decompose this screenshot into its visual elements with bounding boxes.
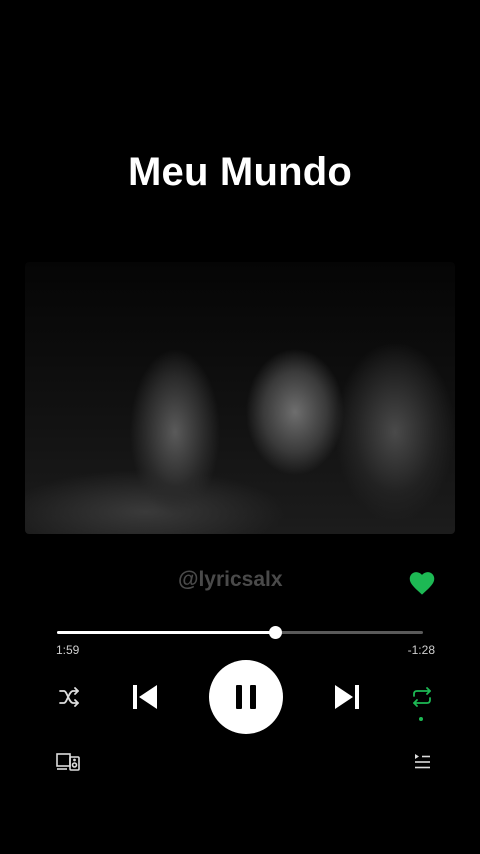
previous-button[interactable] <box>130 682 160 712</box>
devices-button[interactable] <box>56 752 80 772</box>
heart-icon <box>409 572 435 595</box>
watermark-handle: @lyricsalx <box>178 568 283 591</box>
repeat-button[interactable] <box>410 686 434 708</box>
album-art <box>25 262 455 534</box>
shuffle-button[interactable] <box>58 686 82 708</box>
track-title: Meu Mundo <box>128 150 352 194</box>
repeat-active-indicator <box>419 717 423 721</box>
skip-next-icon <box>335 685 359 709</box>
play-pause-button[interactable] <box>209 660 283 734</box>
skip-previous-icon <box>133 685 157 709</box>
elapsed-time: 1:59 <box>56 643 80 657</box>
progress-thumb[interactable] <box>268 626 282 639</box>
shuffle-icon <box>59 687 79 707</box>
repeat-icon <box>413 687 431 707</box>
queue-icon <box>415 754 430 769</box>
remaining-time: -1:28 <box>407 643 435 657</box>
like-button[interactable] <box>408 570 436 596</box>
progress-fill <box>57 631 275 634</box>
pause-icon <box>236 685 256 709</box>
next-button[interactable] <box>332 682 362 712</box>
progress-bar[interactable] <box>57 626 423 639</box>
queue-button[interactable] <box>413 752 431 770</box>
devices-icon <box>56 753 80 771</box>
